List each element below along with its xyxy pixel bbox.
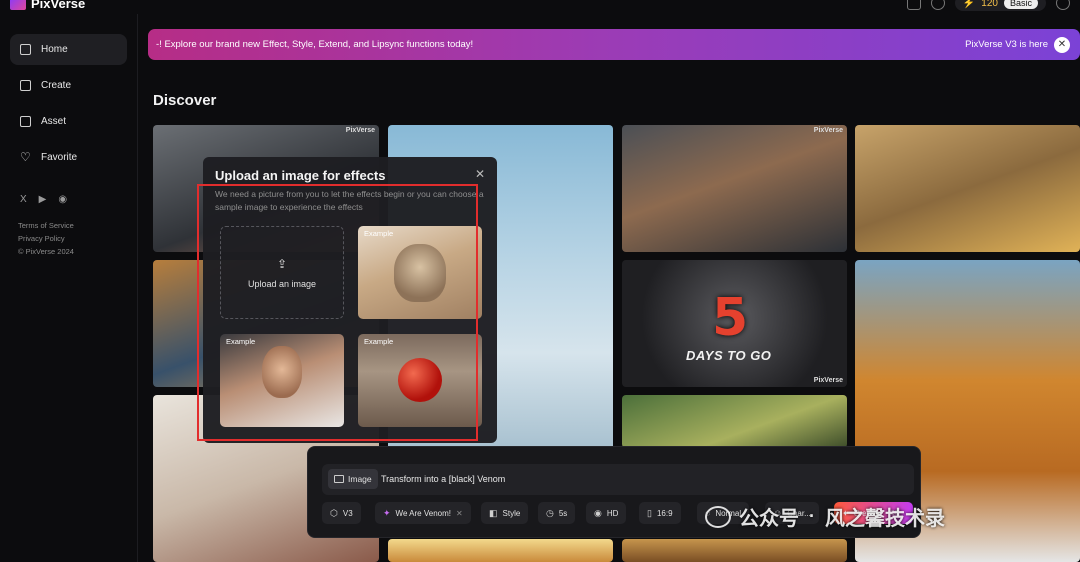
watermark-left: 公众号 bbox=[739, 508, 799, 530]
folder-icon bbox=[20, 116, 31, 127]
video-camera-icon bbox=[20, 80, 31, 91]
image-icon bbox=[334, 475, 344, 483]
x-twitter-icon[interactable]: X bbox=[20, 194, 27, 205]
heart-icon: ♡ bbox=[20, 150, 31, 164]
countdown-number: 5 bbox=[712, 288, 749, 348]
banner-message: -! Explore our brand new Effect, Style, … bbox=[156, 39, 474, 50]
gallery-tile[interactable]: PixVerse bbox=[622, 125, 847, 252]
wechat-icon bbox=[705, 505, 731, 528]
gallery-tile[interactable] bbox=[622, 395, 847, 448]
sidebar: Home Create Asset ♡ Favorite X ▶ ◉ Terms… bbox=[0, 14, 138, 562]
panel-title: Upload an image for effects bbox=[215, 168, 386, 183]
privacy-link[interactable]: Privacy Policy bbox=[18, 232, 74, 245]
sidebar-item-asset[interactable]: Asset bbox=[10, 106, 127, 137]
announcement-banner[interactable]: -! Explore our brand new Effect, Style, … bbox=[148, 29, 1080, 60]
discord-icon[interactable]: ◉ bbox=[58, 194, 67, 205]
effect-select[interactable]: ✦ We Are Venom! ✕ bbox=[375, 502, 471, 524]
model-select[interactable]: ⬡ V3 bbox=[322, 502, 361, 524]
ratio-label: 16:9 bbox=[656, 508, 673, 518]
watermark-separator: · bbox=[809, 506, 815, 526]
page-title: Discover bbox=[153, 92, 217, 109]
close-icon[interactable]: ✕ bbox=[1054, 36, 1070, 53]
sidebar-item-create[interactable]: Create bbox=[10, 70, 127, 101]
prompt-input[interactable]: Image Transform into a [black] Venom bbox=[322, 464, 914, 495]
watermark-right: 风之馨技术录 bbox=[825, 508, 945, 530]
effect-label: We Are Venom! bbox=[395, 508, 451, 518]
gallery-tile[interactable] bbox=[622, 539, 847, 562]
sidebar-item-label: Favorite bbox=[41, 152, 78, 163]
sidebar-item-label: Asset bbox=[41, 116, 67, 127]
pixverse-app: PixVerse ⚡ 120 Basic Home Create Asset ♡… bbox=[0, 0, 1080, 562]
social-links: X ▶ ◉ bbox=[20, 194, 67, 205]
cube-icon: ⬡ bbox=[330, 507, 338, 518]
banner-right-text: PixVerse V3 is here bbox=[965, 39, 1048, 50]
top-actions: ⚡ 120 Basic bbox=[906, 0, 1070, 11]
watermark: PixVerse bbox=[813, 377, 843, 384]
image-tag-label: Image bbox=[348, 474, 372, 484]
style-label: Style bbox=[502, 508, 521, 518]
home-icon bbox=[20, 44, 31, 55]
ratio-select[interactable]: ▯ 16:9 bbox=[639, 502, 681, 524]
model-label: V3 bbox=[342, 508, 353, 518]
wechat-watermark: 公众号 · 风之馨技术录 bbox=[705, 502, 945, 531]
eye-icon: ◉ bbox=[594, 507, 602, 518]
remove-effect-icon[interactable]: ✕ bbox=[456, 509, 463, 518]
youtube-icon[interactable]: ▶ bbox=[39, 194, 47, 205]
terms-link[interactable]: Terms of Service bbox=[18, 219, 74, 232]
style-select[interactable]: ◧ Style bbox=[481, 502, 529, 524]
watermark: PixVerse bbox=[813, 127, 843, 134]
watermark: PixVerse bbox=[345, 127, 375, 134]
aspect-ratio-icon: ▯ bbox=[647, 507, 652, 518]
close-icon[interactable]: ✕ bbox=[475, 167, 485, 181]
gallery-tile[interactable] bbox=[388, 539, 613, 562]
help-icon[interactable] bbox=[930, 0, 945, 10]
legal-links: Terms of Service Privacy Policy © PixVer… bbox=[18, 219, 74, 258]
layout-icon[interactable] bbox=[906, 0, 921, 10]
settings-icon[interactable] bbox=[1056, 0, 1070, 10]
app-name: PixVerse bbox=[31, 0, 86, 11]
credits-badge[interactable]: ⚡ 120 Basic bbox=[954, 0, 1046, 11]
prompt-text: Transform into a [black] Venom bbox=[381, 474, 506, 484]
style-icon: ◧ bbox=[489, 507, 498, 518]
plan-badge: Basic bbox=[1003, 0, 1038, 9]
top-bar: PixVerse ⚡ 120 Basic bbox=[0, 0, 1080, 14]
sidebar-item-label: Create bbox=[41, 80, 72, 91]
sidebar-item-favorite[interactable]: ♡ Favorite bbox=[10, 142, 127, 173]
logo[interactable]: PixVerse bbox=[10, 0, 85, 11]
countdown-text: DAYS TO GO bbox=[686, 348, 772, 363]
duration-label: 5s bbox=[558, 508, 568, 518]
clock-icon: ◷ bbox=[546, 507, 554, 518]
credits-count: 120 bbox=[981, 0, 998, 9]
sparkle-icon: ✦ bbox=[383, 507, 391, 518]
gallery-tile[interactable] bbox=[855, 125, 1080, 252]
sidebar-item-label: Home bbox=[41, 44, 68, 55]
pixverse-logo-icon bbox=[10, 0, 26, 10]
gallery-tile[interactable]: 5 DAYS TO GO PixVerse bbox=[622, 260, 847, 387]
banner-right: PixVerse V3 is here ✕ bbox=[965, 36, 1070, 53]
sidebar-item-home[interactable]: Home bbox=[10, 34, 127, 65]
quality-label: HD bbox=[606, 508, 619, 518]
highlight-frame bbox=[197, 184, 478, 441]
lightning-icon: ⚡ bbox=[962, 0, 976, 9]
copyright: © PixVerse 2024 bbox=[18, 247, 74, 256]
duration-select[interactable]: ◷ 5s bbox=[538, 502, 576, 524]
quality-select[interactable]: ◉ HD bbox=[586, 502, 627, 524]
image-tag-button[interactable]: Image bbox=[328, 469, 378, 489]
